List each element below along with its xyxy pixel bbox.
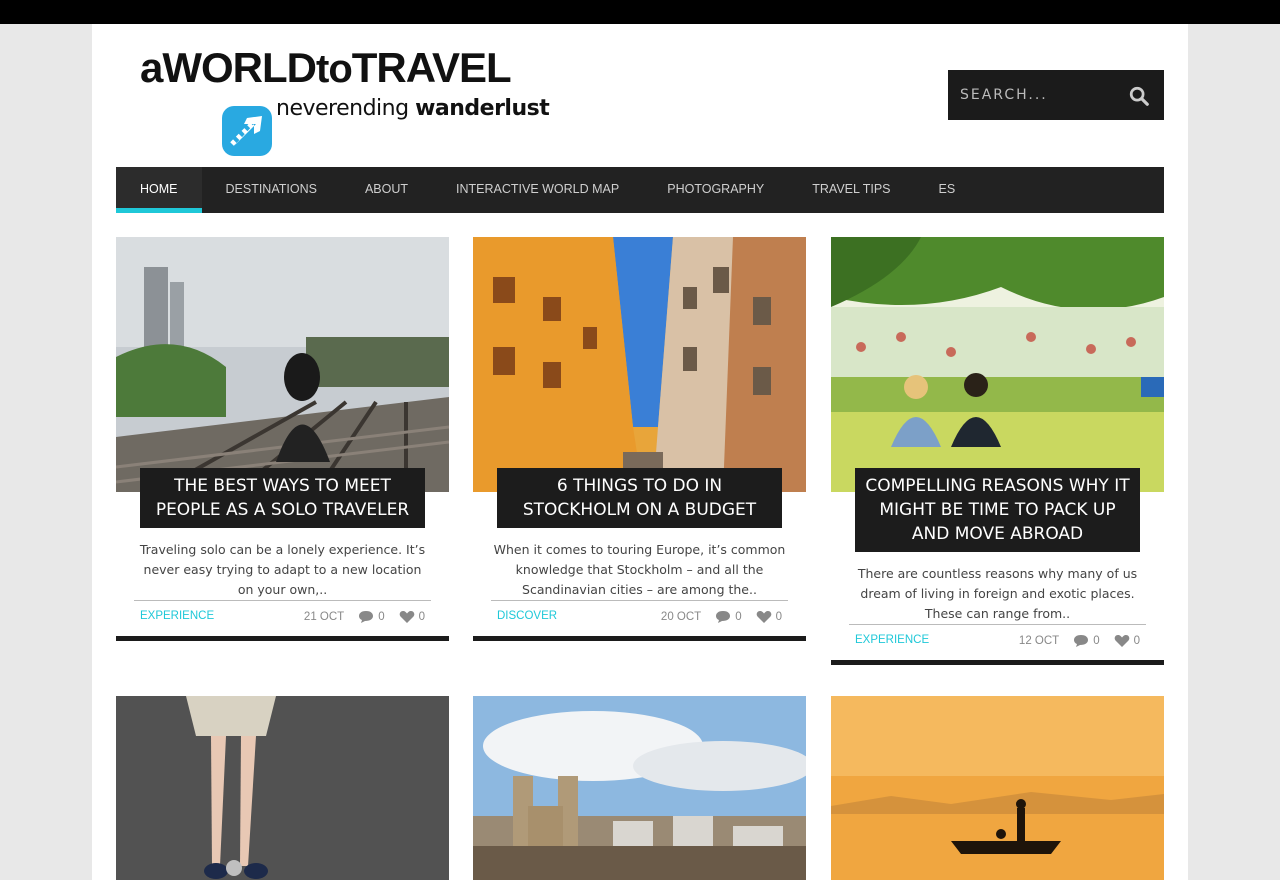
search-box <box>948 70 1164 120</box>
comment-icon[interactable] <box>358 610 374 624</box>
post-title[interactable]: 6 THINGS TO DO IN STOCKHOLM ON A BUDGET <box>497 468 782 528</box>
nav-item-home[interactable]: HOME <box>116 167 202 213</box>
post-category[interactable]: DISCOVER <box>497 610 557 622</box>
post-card: THE BEST WAYS TO MEET PEOPLE AS A SOLO T… <box>116 237 449 642</box>
comment-count: 0 <box>378 611 385 623</box>
post-excerpt: When it comes to touring Europe, it’s co… <box>491 540 788 601</box>
heart-icon[interactable] <box>756 610 772 624</box>
post-excerpt: Traveling solo can be a lonely experienc… <box>134 540 431 601</box>
post-image-solo-traveler[interactable] <box>116 237 449 492</box>
comment-count: 0 <box>735 611 742 623</box>
nav-item-travel-tips[interactable]: TRAVEL TIPS <box>788 167 914 213</box>
nav-item-destinations[interactable]: DESTINATIONS <box>202 167 341 213</box>
post-image-sunset-boat[interactable] <box>831 696 1164 880</box>
post-image-city[interactable] <box>473 696 806 880</box>
post-meta: EXPERIENCE 21 OCT 0 0 <box>140 610 425 626</box>
like-count: 0 <box>1133 635 1140 647</box>
post-date: 20 OCT <box>660 611 702 623</box>
nav-item-es[interactable]: ES <box>915 167 980 213</box>
nav-item-interactive-world-map[interactable]: INTERACTIVE WORLD MAP <box>432 167 643 213</box>
post-image-move-abroad[interactable] <box>831 237 1164 492</box>
heart-icon[interactable] <box>399 610 415 624</box>
search-icon[interactable] <box>1128 85 1150 107</box>
comment-icon[interactable] <box>715 610 731 624</box>
post-category[interactable]: EXPERIENCE <box>140 610 214 622</box>
post-image-stockholm[interactable] <box>473 237 806 492</box>
main-nav: HOME DESTINATIONS ABOUT INTERACTIVE WORL… <box>116 167 1164 213</box>
card-bottom-bar <box>473 636 806 641</box>
post-card: 6 THINGS TO DO IN STOCKHOLM ON A BUDGET … <box>473 237 806 642</box>
post-category[interactable]: EXPERIENCE <box>855 634 929 646</box>
post-date: 21 OCT <box>303 611 345 623</box>
card-bottom-bar <box>831 660 1164 665</box>
card-bottom-bar <box>116 636 449 641</box>
logo-tagline: neverending wanderlust <box>276 96 550 121</box>
like-count: 0 <box>775 611 782 623</box>
like-count: 0 <box>418 611 425 623</box>
post-title[interactable]: COMPELLING REASONS WHY IT MIGHT BE TIME … <box>855 468 1140 552</box>
post-title[interactable]: THE BEST WAYS TO MEET PEOPLE AS A SOLO T… <box>140 468 425 528</box>
nav-item-about[interactable]: ABOUT <box>341 167 432 213</box>
comment-count: 0 <box>1093 635 1100 647</box>
nav-item-photography[interactable]: PHOTOGRAPHY <box>643 167 788 213</box>
search-input[interactable] <box>948 70 1118 120</box>
post-excerpt: There are countless reasons why many of … <box>849 564 1146 625</box>
post-meta: DISCOVER 20 OCT 0 0 <box>497 610 782 626</box>
page-container: aWORLDtoTRAVEL neverending wanderlust HO… <box>92 24 1188 880</box>
logo-title: aWORLDtoTRAVEL <box>140 44 512 91</box>
post-meta: EXPERIENCE 12 OCT 0 0 <box>855 634 1140 650</box>
post-date: 12 OCT <box>1018 635 1060 647</box>
site-logo[interactable]: aWORLDtoTRAVEL neverending wanderlust <box>140 44 560 156</box>
post-card: COMPELLING REASONS WHY IT MIGHT BE TIME … <box>831 237 1164 667</box>
top-bar <box>0 0 1280 24</box>
comment-icon[interactable] <box>1073 634 1089 648</box>
heart-icon[interactable] <box>1114 634 1130 648</box>
logo-arrow-icon <box>222 106 272 156</box>
post-image-rain[interactable] <box>116 696 449 880</box>
